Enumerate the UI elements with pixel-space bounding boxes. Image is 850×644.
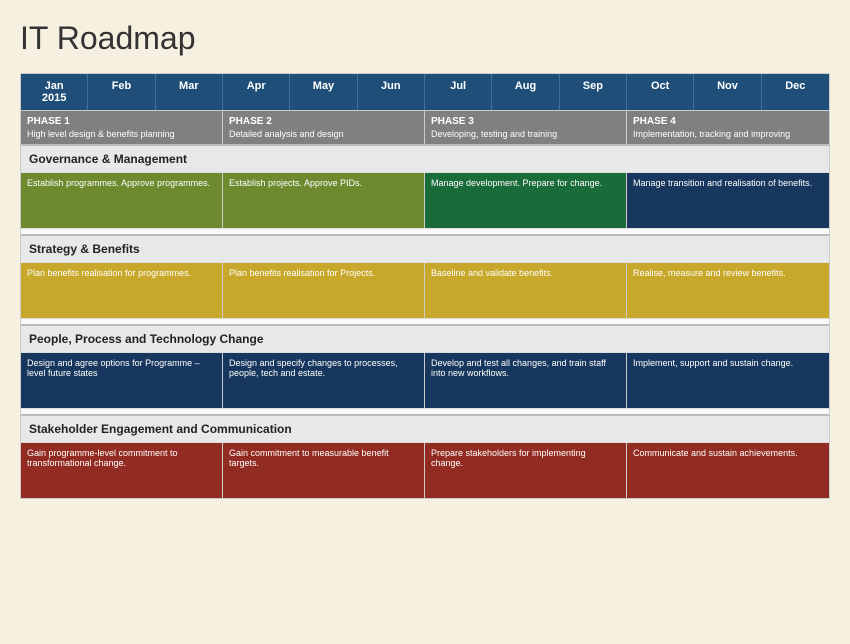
people-task-4: Implement, support and sustain change. [627, 353, 829, 408]
roadmap-table: Jan2015 Feb Mar Apr May Jun Jul Aug Sep … [20, 73, 830, 499]
month-may: May [290, 74, 357, 110]
month-nov: Nov [694, 74, 761, 110]
people-task-2: Design and specify changes to processes,… [223, 353, 425, 408]
phase-3: PHASE 3 Developing, testing and training [425, 111, 627, 144]
section-governance-title: Governance & Management [21, 146, 829, 172]
stakeholder-task-3: Prepare stakeholders for implementing ch… [425, 443, 627, 498]
section-strategy-title: Strategy & Benefits [21, 236, 829, 262]
phase-1: PHASE 1 High level design & benefits pla… [21, 111, 223, 144]
section-strategy-header: Strategy & Benefits [21, 234, 829, 262]
page-title: IT Roadmap [20, 20, 830, 57]
strategy-tasks: Plan benefits realisation for programmes… [21, 262, 829, 318]
month-jun: Jun [358, 74, 425, 110]
section-stakeholder-header: Stakeholder Engagement and Communication [21, 414, 829, 442]
strategy-task-2: Plan benefits realisation for Projects. [223, 263, 425, 318]
people-task-1: Design and agree options for Programme –… [21, 353, 223, 408]
section-people-header: People, Process and Technology Change [21, 324, 829, 352]
phase-2: PHASE 2 Detailed analysis and design [223, 111, 425, 144]
spacer-1 [21, 228, 829, 234]
month-aug: Aug [492, 74, 559, 110]
month-dec: Dec [762, 74, 829, 110]
stakeholder-tasks: Gain programme-level commitment to trans… [21, 442, 829, 498]
section-stakeholder-title: Stakeholder Engagement and Communication [21, 416, 829, 442]
phases-row: PHASE 1 High level design & benefits pla… [21, 110, 829, 144]
month-oct: Oct [627, 74, 694, 110]
spacer-3 [21, 408, 829, 414]
spacer-2 [21, 318, 829, 324]
phase-4: PHASE 4 Implementation, tracking and imp… [627, 111, 829, 144]
governance-task-4: Manage transition and realisation of ben… [627, 173, 829, 228]
stakeholder-task-4: Communicate and sustain achievements. [627, 443, 829, 498]
month-mar: Mar [156, 74, 223, 110]
people-tasks: Design and agree options for Programme –… [21, 352, 829, 408]
strategy-task-4: Realise, measure and review benefits. [627, 263, 829, 318]
strategy-task-3: Baseline and validate benefits. [425, 263, 627, 318]
month-sep: Sep [560, 74, 627, 110]
section-people-title: People, Process and Technology Change [21, 326, 829, 352]
stakeholder-task-2: Gain commitment to measurable benefit ta… [223, 443, 425, 498]
months-header: Jan2015 Feb Mar Apr May Jun Jul Aug Sep … [21, 74, 829, 110]
governance-task-3: Manage development. Prepare for change. [425, 173, 627, 228]
month-jan: Jan2015 [21, 74, 88, 110]
governance-task-2: Establish projects. Approve PIDs. [223, 173, 425, 228]
governance-task-1: Establish programmes. Approve programmes… [21, 173, 223, 228]
stakeholder-task-1: Gain programme-level commitment to trans… [21, 443, 223, 498]
strategy-task-1: Plan benefits realisation for programmes… [21, 263, 223, 318]
month-jul: Jul [425, 74, 492, 110]
month-apr: Apr [223, 74, 290, 110]
section-governance-header: Governance & Management [21, 144, 829, 172]
governance-tasks: Establish programmes. Approve programmes… [21, 172, 829, 228]
people-task-3: Develop and test all changes, and train … [425, 353, 627, 408]
month-feb: Feb [88, 74, 155, 110]
